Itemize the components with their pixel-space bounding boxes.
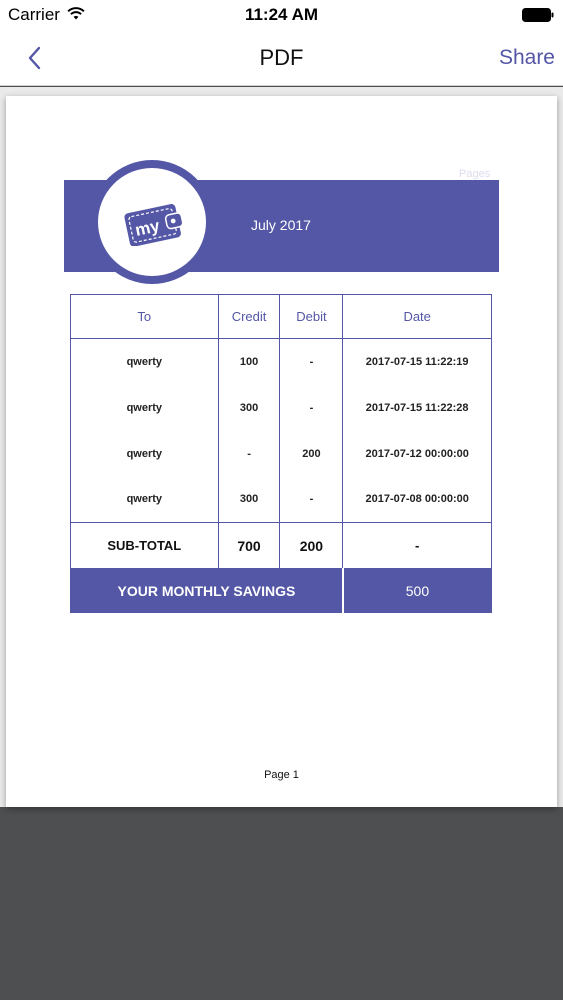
pdf-viewer[interactable]: Pages July 2017 my To Credit Debit Date …	[0, 87, 563, 1000]
pdf-page: Pages July 2017 my To Credit Debit Date …	[6, 96, 557, 807]
cell-date: 2017-07-15 11:22:19	[342, 338, 492, 385]
subtotal-credit: 700	[217, 522, 281, 569]
cell-date: 2017-07-15 11:22:28	[342, 384, 492, 431]
column-header-debit: Debit	[279, 294, 344, 339]
battery-icon	[522, 8, 554, 22]
savings-label: YOUR MONTHLY SAVINGS	[69, 568, 344, 613]
cell-to: qwerty	[70, 384, 219, 431]
statement-month: July 2017	[251, 217, 311, 233]
navigation-bar: PDF Share	[0, 30, 563, 86]
cell-debit: -	[279, 384, 344, 431]
savings-row: YOUR MONTHLY SAVINGS 500	[69, 568, 492, 613]
column-header-date: Date	[342, 294, 492, 339]
subtotal-row: SUB-TOTAL 700 200 -	[70, 522, 492, 569]
table-row: qwerty 300 - 2017-07-15 11:22:28	[70, 384, 492, 431]
table-header-row: To Credit Debit Date	[70, 294, 492, 339]
column-header-to: To	[70, 294, 219, 339]
column-header-credit: Credit	[217, 294, 281, 339]
page-number: Page 1	[264, 769, 299, 781]
cell-credit: -	[217, 430, 281, 477]
table-row: qwerty 100 - 2017-07-15 11:22:19	[70, 338, 492, 385]
status-bar: Carrier 11:24 AM	[0, 0, 563, 30]
cell-credit: 100	[217, 338, 281, 385]
cell-to: qwerty	[70, 476, 219, 523]
cell-debit: -	[279, 476, 344, 523]
savings-value: 500	[341, 568, 492, 613]
cell-to: qwerty	[70, 430, 219, 477]
cell-debit: 200	[279, 430, 344, 477]
subtotal-date: -	[342, 522, 492, 569]
subtotal-debit: 200	[279, 522, 344, 569]
table-row: qwerty 300 - 2017-07-08 00:00:00	[70, 476, 492, 523]
pages-label: Pages	[459, 168, 491, 180]
cell-credit: 300	[217, 384, 281, 431]
cell-debit: -	[279, 338, 344, 385]
cell-date: 2017-07-12 00:00:00	[342, 430, 492, 477]
clock: 11:24 AM	[244, 5, 319, 24]
cell-to: qwerty	[70, 338, 219, 385]
app-logo: my	[90, 160, 214, 284]
cell-credit: 300	[217, 476, 281, 523]
share-button[interactable]: Share	[499, 46, 555, 70]
subtotal-label: SUB-TOTAL	[70, 522, 219, 569]
statement-table: To Credit Debit Date qwerty 100 - 2017-0…	[69, 294, 492, 613]
wallet-icon: my	[124, 204, 184, 246]
table-row: qwerty - 200 2017-07-12 00:00:00	[70, 430, 492, 477]
cell-date: 2017-07-08 00:00:00	[342, 476, 492, 523]
page-title: PDF	[259, 45, 304, 70]
